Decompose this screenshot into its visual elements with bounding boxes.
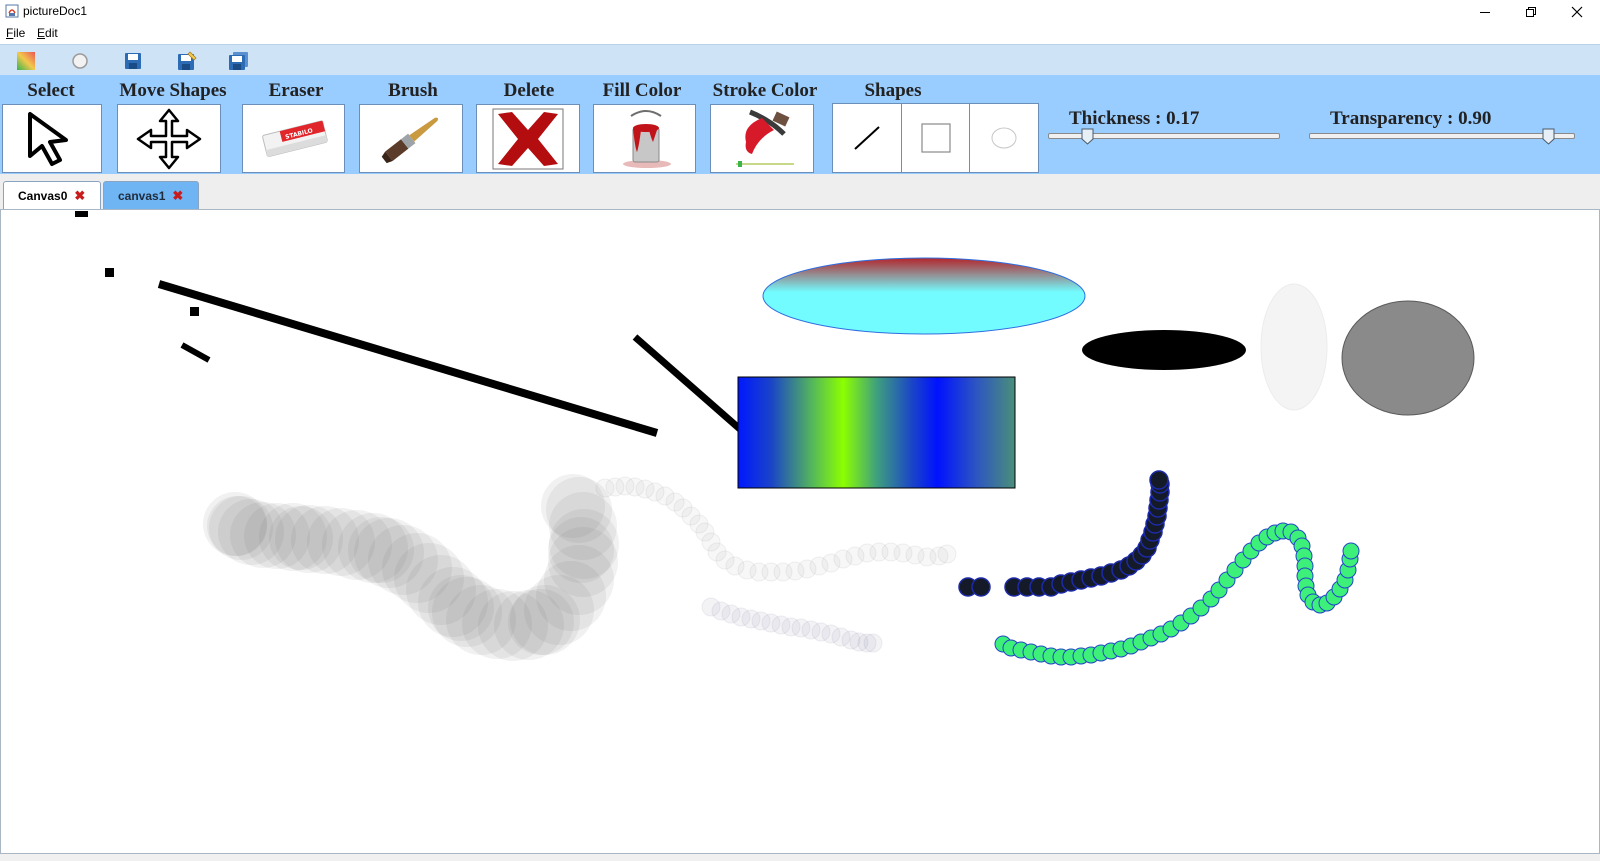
transparency-slider-thumb[interactable] [1542,128,1555,145]
move-shapes-button[interactable] [117,104,221,173]
tab-bar: Canvas0 ✖ canvas1 ✖ [0,174,1600,210]
select-cursor-icon [28,111,68,166]
gradient-button[interactable] [15,50,37,72]
save-as-button[interactable] [176,50,198,72]
eraser-icon: STABILO [261,120,328,157]
delete-button[interactable] [476,104,580,173]
menu-bar: File Edit [0,23,1600,44]
move-shapes-label: Move Shapes [119,80,227,101]
eraser-label: Eraser [268,80,324,101]
gray-ellipse [1341,300,1475,416]
select-button[interactable] [2,104,102,173]
small-black-mark [75,211,88,217]
java-app-icon [5,4,19,18]
delete-x-icon [492,108,564,169]
fill-color-label: Fill Color [602,80,682,101]
select-label: Select [27,80,75,101]
ellipse-shape-button[interactable] [970,104,1038,172]
restore-icon [1526,6,1536,17]
drawing-canvas[interactable] [0,209,1600,854]
small-black-square [190,307,199,316]
menu-file[interactable]: File [6,26,25,40]
transparency-slider-track[interactable] [1309,133,1575,139]
circle-icon [72,53,88,69]
stroke-color-button[interactable] [710,104,814,173]
faint-ellipse [1260,283,1328,411]
title-bar: pictureDoc1 [0,0,1600,23]
short-black-line [180,342,211,363]
shapes-label: Shapes [864,80,922,101]
line-icon [854,126,880,150]
gradient-icon [17,52,35,70]
main-toolbar: Select Move Shapes Eraser Brush Delete F… [0,75,1600,174]
close-tab-icon[interactable]: ✖ [172,188,183,204]
close-icon [1571,6,1583,17]
transparency-label: Transparency : 0.90 [1330,108,1492,129]
paint-bucket-icon [622,109,671,168]
minimize-icon [1480,11,1490,13]
save-icon [125,53,141,69]
window-title: pictureDoc1 [23,4,88,18]
paint-stroke-icon [736,109,794,167]
thickness-slider-thumb[interactable] [1081,128,1094,145]
close-button[interactable] [1554,0,1600,23]
fill-color-button[interactable] [593,104,696,173]
black-ellipse [1082,330,1246,370]
tab-canvas1[interactable]: canvas1 ✖ [103,181,199,210]
restore-button[interactable] [1508,0,1554,23]
rectangle-shape-button[interactable] [902,104,971,172]
brush-label: Brush [388,80,438,101]
tab-canvas0[interactable]: Canvas0 ✖ [3,181,101,210]
gray-brush-stroke [203,474,619,661]
quick-toolbar [0,44,1600,75]
line-shape-button[interactable] [833,104,902,172]
thickness-label: Thickness : 0.17 [1069,108,1200,129]
tab-canvas1-label: canvas1 [118,189,166,203]
canvas-drawing [75,211,1475,666]
delete-label: Delete [503,80,555,101]
shapes-group [832,103,1039,173]
long-black-line [157,280,659,437]
tab-canvas0-label: Canvas0 [18,189,68,203]
minimize-button[interactable] [1462,0,1508,23]
paintbrush-icon [381,117,439,163]
light-gray-brush-trail [595,476,957,582]
gradient-rectangle [737,376,1016,489]
save-button[interactable] [122,50,144,72]
rectangle-icon [920,123,951,153]
eraser-button[interactable]: STABILO [242,104,345,173]
close-tab-icon[interactable]: ✖ [74,188,85,204]
menu-edit[interactable]: Edit [37,26,58,40]
small-black-square [105,268,114,277]
ellipse-icon [991,127,1017,149]
bottom-strip [0,854,1600,861]
move-arrows-icon [136,108,202,169]
brush-button[interactable] [359,104,463,173]
dark-dot-stroke [958,470,1170,597]
save-as-icon [178,51,197,70]
diagonal-black-line [632,334,744,433]
cyan-ellipse [762,257,1086,335]
save-all-button[interactable] [228,50,250,72]
circle-button[interactable] [69,50,91,72]
stroke-color-label: Stroke Color [712,80,818,101]
save-all-icon [229,52,248,70]
lavender-brush-trail [701,597,883,653]
